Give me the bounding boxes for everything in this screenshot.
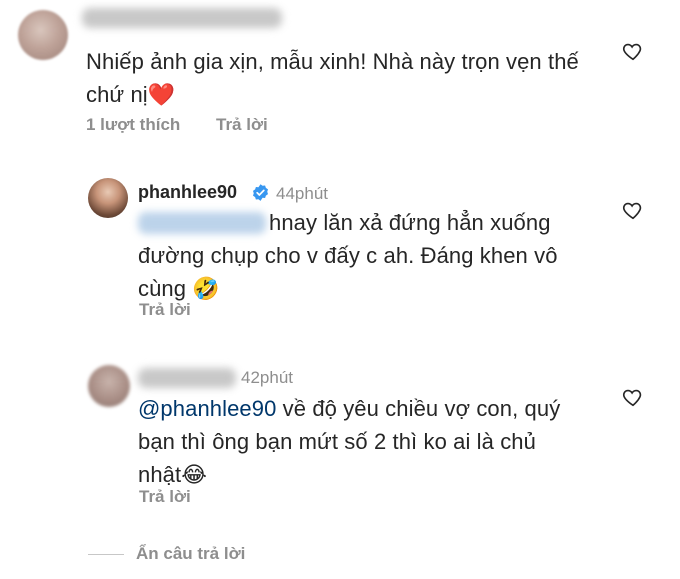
reply-text: hnay lăn xả đứng hẳn xuống đường chụp ch…	[138, 206, 598, 305]
hide-replies-button[interactable]: Ẩn câu trả lời	[136, 544, 245, 564]
reply-username[interactable]: phanhlee90	[138, 182, 237, 203]
reply-text-line1: về độ yêu chiều vợ con, quý	[276, 396, 561, 421]
comment-text: Nhiếp ảnh gia xịn, mẫu xinh! Nhà này trọ…	[86, 45, 606, 111]
like-heart-icon[interactable]	[622, 386, 644, 408]
commenter-avatar[interactable]	[18, 10, 68, 60]
rofl-emoji: 🤣	[192, 276, 220, 301]
comment-thread: Nhiếp ảnh gia xịn, mẫu xinh! Nhà này trọ…	[0, 0, 680, 579]
reply-button[interactable]: Trả lời	[216, 115, 268, 135]
reply-timestamp: 44phút	[276, 184, 328, 203]
like-count[interactable]: 1 lượt thích	[86, 115, 180, 135]
reply-avatar-blurred[interactable]	[88, 365, 130, 407]
like-heart-icon[interactable]	[622, 199, 644, 221]
heart-emoji: ❤️	[147, 82, 176, 107]
mention-link[interactable]: @phanhlee90	[138, 396, 276, 421]
reply-avatar-phanhlee90[interactable]	[88, 178, 128, 218]
hide-replies-divider	[88, 554, 124, 555]
reply-text-line2: đường chụp cho v đấy c ah. Đáng khen vô	[138, 243, 558, 268]
reply-text-line3: nhật	[138, 462, 182, 487]
reply-text-line2: bạn thì ông bạn mứt số 2 thì ko ai là ch…	[138, 429, 536, 454]
laughing-emoji: 😂	[181, 462, 208, 487]
verified-badge-icon	[252, 184, 269, 201]
commenter-username-blurred[interactable]	[82, 8, 282, 28]
reply-text-line1: hnay lăn xả đứng hẳn xuống	[269, 210, 551, 235]
reply-text: @phanhlee90 về độ yêu chiều vợ con, quý …	[138, 392, 608, 491]
like-heart-icon[interactable]	[622, 40, 644, 62]
reply-text-line3: cùng	[138, 276, 187, 301]
reply-username-blurred[interactable]	[138, 368, 236, 388]
reply-button[interactable]: Trả lời	[139, 300, 191, 320]
reply-timestamp: 42phút	[241, 368, 293, 387]
reply-button[interactable]: Trả lời	[139, 487, 191, 507]
